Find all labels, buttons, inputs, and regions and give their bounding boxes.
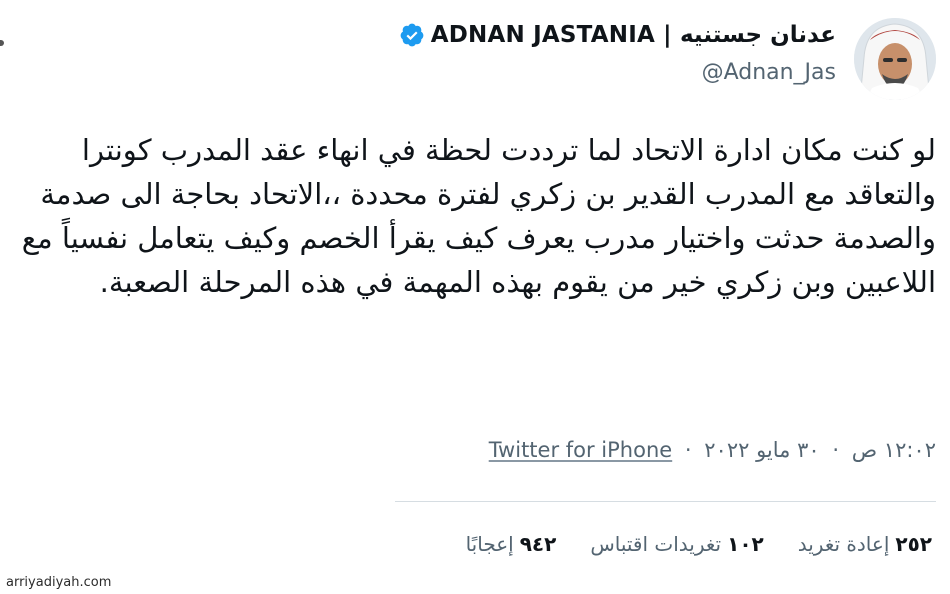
meta-separator: ·: [832, 438, 840, 462]
likes-count: ٩٤٢: [519, 532, 557, 556]
tweet-text: لو كنت مكان ادارة الاتحاد لما ترددت لحظة…: [12, 133, 936, 299]
author-display-name[interactable]: ADNAN JASTANIA | عدنان جستنيه: [431, 22, 836, 48]
author-name-row[interactable]: ADNAN JASTANIA | عدنان جستنيه: [399, 22, 836, 48]
tweet-date[interactable]: ٣٠ مايو ٢٠٢٢: [704, 438, 819, 462]
quotes-stat[interactable]: ١٠٢ تغريدات اقتباس: [590, 532, 763, 556]
retweets-stat[interactable]: ٢٥٢ إعادة تغريد: [798, 532, 932, 556]
verified-badge-icon: [400, 23, 424, 47]
scroll-edge-marker: [0, 40, 4, 46]
quotes-count: ١٠٢: [727, 532, 764, 556]
retweets-label: إعادة تغريد: [797, 532, 890, 556]
likes-label: إعجابًا: [465, 532, 514, 556]
quotes-label: تغريدات اقتباس: [590, 532, 722, 556]
tweet-meta: ١٢:٠٢ ص · ٣٠ مايو ٢٠٢٢ · Twitter for iPh…: [489, 438, 936, 462]
tweet-card: ADNAN JASTANIA | عدنان جستنيه @Adnan_Jas…: [0, 0, 950, 594]
divider: [395, 501, 936, 502]
author-handle[interactable]: @Adnan_Jas: [702, 60, 836, 85]
tweet-time[interactable]: ١٢:٠٢ ص: [852, 438, 936, 462]
tweet-source-link[interactable]: Twitter for iPhone: [489, 438, 673, 462]
tweet-stats: ٢٥٢ إعادة تغريد ١٠٢ تغريدات اقتباس ٩٤٢ إ…: [432, 532, 932, 556]
likes-stat[interactable]: ٩٤٢ إعجابًا: [466, 532, 557, 556]
watermark: arriyadiyah.com: [6, 575, 112, 590]
retweets-count: ٢٥٢: [895, 532, 932, 556]
avatar[interactable]: [854, 18, 936, 100]
avatar-portrait-icon: [854, 18, 936, 100]
meta-separator: ·: [684, 438, 692, 462]
